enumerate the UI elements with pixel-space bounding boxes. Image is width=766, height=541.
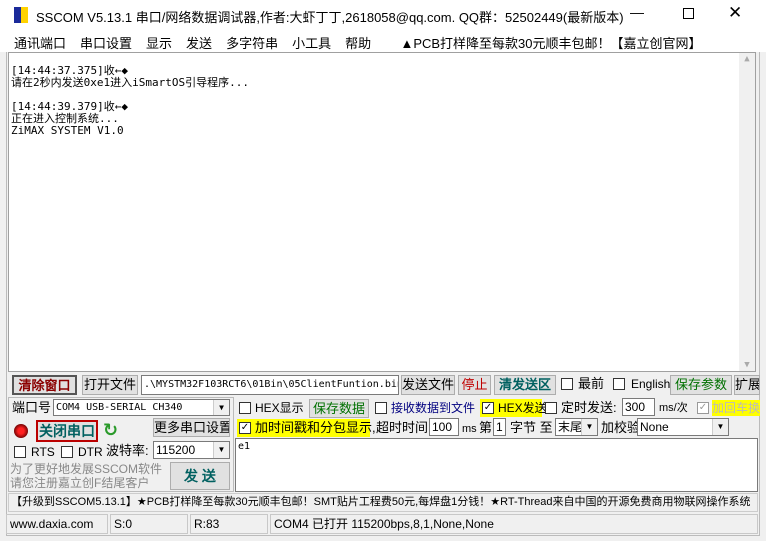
receive-area[interactable]: [14:44:37.375]收←◆ 请在2秒内发送0xe1进入iSmartOS引导… <box>8 52 756 372</box>
byte-from-input[interactable]: 1 <box>493 418 506 436</box>
byte-to-select[interactable]: 末尾 ▼ <box>555 418 598 436</box>
title-bar: SSCOM V5.13.1 串口/网络数据调试器,作者:大虾丁丁,2618058… <box>0 0 766 30</box>
timeout-unit: ms <box>462 423 477 435</box>
menu-ad-link[interactable]: ▲PCB打样降至每款30元顺丰包邮！【嘉立创官网】 <box>400 36 701 51</box>
checksum-value: None <box>640 420 669 434</box>
timestamp-checkbox[interactable]: ✓ <box>239 422 251 434</box>
expand-button[interactable]: 扩展 <box>734 375 760 395</box>
scroll-down-icon[interactable]: ▼ <box>739 359 755 371</box>
save-data-button[interactable]: 保存数据 <box>309 399 369 418</box>
byte-to-label: 字节 至 <box>510 420 553 435</box>
chevron-down-icon[interactable]: ▼ <box>581 419 597 435</box>
close-icon[interactable]: ✕ <box>728 3 742 23</box>
port-select[interactable]: COM4 USB-SERIAL CH340 ▼ <box>53 399 230 416</box>
menu-port[interactable]: 通讯端口 <box>14 36 66 51</box>
menu-bar: 通讯端口 串口设置 显示 发送 多字符串 小工具 帮助 ▲PCB打样降至每款30元顺丰包邮！… <box>0 30 766 52</box>
open-file-button[interactable]: 打开文件 <box>82 375 138 395</box>
rts-label: RTS <box>31 445 55 459</box>
receive-line: [14:44:39.379]收←◆ <box>11 100 128 113</box>
port-label: 端口号 <box>12 400 52 415</box>
minimize-icon[interactable]: — <box>630 4 644 20</box>
menu-serial-settings[interactable]: 串口设置 <box>80 36 132 51</box>
hex-send-label: HEX发送 <box>498 401 547 415</box>
menu-help[interactable]: 帮助 <box>345 36 371 51</box>
interval-input[interactable]: 300 <box>622 398 655 416</box>
baud-label: 波特率: <box>106 443 149 458</box>
refresh-icon[interactable]: ↻ <box>103 420 118 441</box>
topmost-label: 最前 <box>578 376 605 391</box>
byte-to-value: 末尾 <box>558 420 583 434</box>
status-bar: www.daxia.com S:0 R:83 COM4 已打开 115200bp… <box>6 514 760 534</box>
promo-text-1: 为了更好地发展SSCOM软件 <box>10 462 163 476</box>
more-settings-button[interactable]: 更多串口设置 <box>153 418 230 437</box>
english-label: English <box>631 377 671 391</box>
timeout-input[interactable]: 100 <box>429 418 459 436</box>
menu-tools[interactable]: 小工具 <box>292 36 331 51</box>
hex-display-checkbox[interactable] <box>239 402 251 414</box>
maximize-icon[interactable] <box>683 8 694 19</box>
checksum-label: 加校验 <box>601 420 641 435</box>
menu-multistring[interactable]: 多字符串 <box>226 36 278 51</box>
save-params-button[interactable]: 保存参数 <box>670 375 732 395</box>
app-icon <box>14 7 28 23</box>
receive-line: 请在2秒内发送0xe1进入iSmartOS引导程序... <box>11 76 249 89</box>
timestamp-label: 加时间戳和分包显示, <box>255 420 376 435</box>
recv-to-file-label: 接收数据到文件 <box>391 401 476 415</box>
baud-value: 115200 <box>156 443 196 457</box>
chevron-down-icon[interactable]: ▼ <box>213 442 229 458</box>
status-port-state: COM4 已打开 115200bps,8,1,None,None <box>270 514 758 534</box>
port-value: COM4 USB-SERIAL CH340 <box>56 402 183 413</box>
chevron-down-icon[interactable]: ▼ <box>213 400 229 415</box>
stop-button[interactable]: 停止 <box>458 375 491 395</box>
timed-send-label: 定时发送: <box>561 400 617 415</box>
baud-select[interactable]: 115200 ▼ <box>153 441 230 459</box>
clear-window-button[interactable]: 清除窗口 <box>12 375 77 395</box>
send-button[interactable]: 发 送 <box>170 462 230 490</box>
menu-send[interactable]: 发送 <box>186 36 212 51</box>
marquee-ad[interactable]: 【升级到SSCOM5.13.1】★PCB打样降至每款30元顺丰包邮！SMT贴片工… <box>8 493 758 512</box>
status-sent-count: S:0 <box>110 514 188 534</box>
topmost-checkbox[interactable] <box>561 378 573 390</box>
receive-scrollbar[interactable]: ▲ ▼ <box>739 53 755 371</box>
clear-send-button[interactable]: 清发送区 <box>494 375 556 395</box>
timeout-label: 超时时间: <box>376 420 432 435</box>
menu-display[interactable]: 显示 <box>146 36 172 51</box>
hex-send-checkbox[interactable]: ✓ <box>482 402 494 414</box>
english-checkbox[interactable] <box>613 378 625 390</box>
rts-checkbox[interactable] <box>14 446 26 458</box>
checksum-select[interactable]: None ▼ <box>637 418 729 436</box>
file-path-input[interactable]: .\MYSTM32F103RCT6\01Bin\05ClientFuntion.… <box>141 375 399 395</box>
status-received-count: R:83 <box>190 514 268 534</box>
scroll-up-icon[interactable]: ▲ <box>739 53 755 65</box>
send-input[interactable]: e1 <box>235 438 758 492</box>
add-crlf-checkbox[interactable]: ✓ <box>697 402 709 414</box>
send-file-button[interactable]: 发送文件 <box>401 375 455 395</box>
recv-to-file-checkbox[interactable] <box>375 402 387 414</box>
hex-display-label: HEX显示 <box>255 401 304 415</box>
close-port-button[interactable]: 关闭串口 <box>36 420 98 442</box>
interval-unit: ms/次 <box>659 402 688 414</box>
receive-line: ZiMAX SYSTEM V1.0 <box>11 124 124 137</box>
port-status-led-icon <box>14 424 28 438</box>
promo-text-2: 请您注册嘉立创F结尾客户 <box>10 476 150 490</box>
dtr-checkbox[interactable] <box>61 446 73 458</box>
timed-send-checkbox[interactable] <box>545 402 557 414</box>
chevron-down-icon[interactable]: ▼ <box>712 419 728 435</box>
window-title: SSCOM V5.13.1 串口/网络数据调试器,作者:大虾丁丁,2618058… <box>36 10 624 25</box>
dtr-label: DTR <box>78 445 103 459</box>
add-crlf-label: 加回车换行 <box>712 400 760 416</box>
status-site-link[interactable]: www.daxia.com <box>6 514 108 534</box>
byte-from-label: 第 <box>479 420 493 435</box>
